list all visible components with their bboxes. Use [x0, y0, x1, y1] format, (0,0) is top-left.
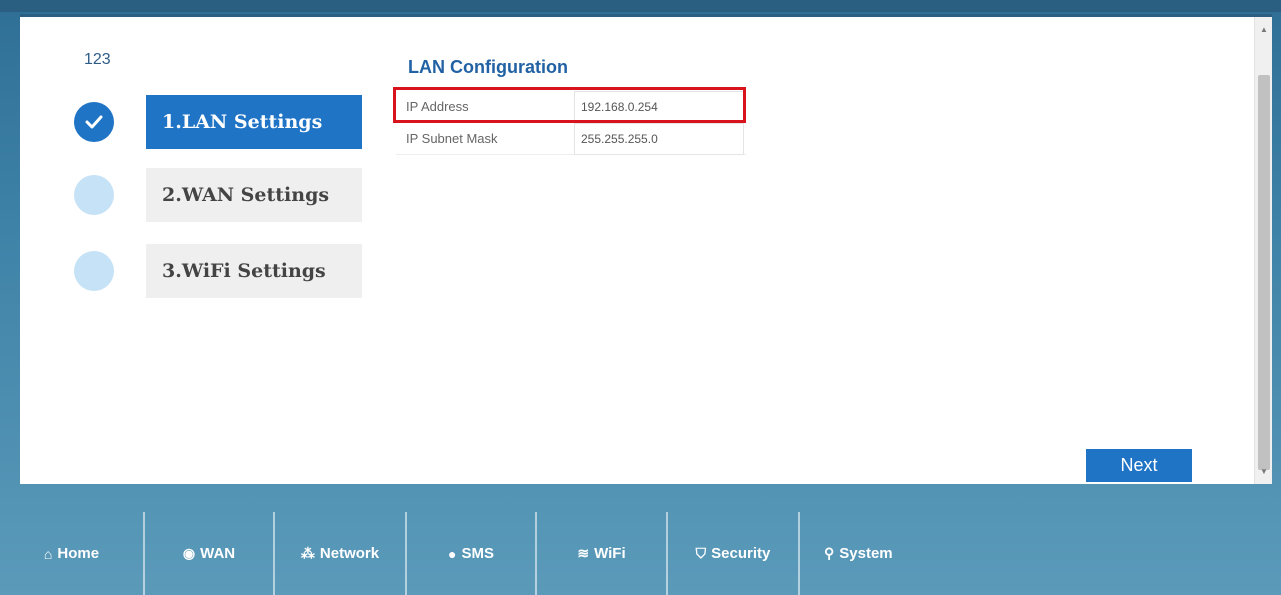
- step-label: 2.WAN Settings: [146, 168, 362, 222]
- nav-network[interactable]: ⁂ Network: [275, 512, 407, 595]
- scroll-down-icon[interactable]: ▼: [1260, 467, 1268, 476]
- step-label: 1.LAN Settings: [146, 95, 362, 149]
- nav-home[interactable]: ⌂ Home: [0, 512, 145, 595]
- nav-security[interactable]: ⛉ Security: [668, 512, 800, 595]
- nav-wifi[interactable]: ≋ WiFi: [537, 512, 668, 595]
- subnet-mask-field[interactable]: 255.255.255.0: [574, 123, 744, 155]
- nav-label: WiFi: [594, 545, 626, 562]
- subnet-mask-label: IP Subnet Mask: [406, 131, 498, 146]
- scroll-thumb[interactable]: [1258, 75, 1270, 470]
- step-circle-icon: [74, 175, 114, 215]
- home-icon: ⌂: [43, 545, 53, 562]
- bottom-nav: ⌂ Home ◉ WAN ⁂ Network ● SMS ≋ WiFi ⛉ Se…: [0, 512, 1281, 595]
- sms-icon: ●: [448, 545, 457, 562]
- wizard-number: 123: [84, 51, 111, 68]
- scroll-up-icon[interactable]: ▲: [1260, 25, 1268, 34]
- search-icon: ⚲: [824, 545, 835, 561]
- next-button[interactable]: Next: [1086, 449, 1192, 482]
- top-bar: [0, 0, 1281, 12]
- nav-label: Network: [319, 545, 380, 562]
- nav-label: Home: [57, 545, 100, 562]
- step-label: 3.WiFi Settings: [146, 244, 362, 298]
- nav-system[interactable]: ⚲ System: [800, 512, 1000, 595]
- nav-label: Security: [711, 545, 771, 562]
- nav-label: WAN: [200, 545, 236, 562]
- subnet-mask-row: IP Subnet Mask 255.255.255.0: [396, 123, 746, 155]
- vertical-scrollbar[interactable]: ▲ ▼: [1254, 17, 1272, 484]
- wizard-panel: 123 1.LAN Settings 2.WAN Settings 3.WiFi…: [20, 14, 1272, 484]
- network-icon: ⁂: [300, 545, 315, 561]
- nav-label: SMS: [461, 545, 494, 562]
- nav-sms[interactable]: ● SMS: [407, 512, 537, 595]
- step-circle-icon: [74, 251, 114, 291]
- check-circle-icon: [74, 102, 114, 142]
- globe-icon: ◉: [182, 545, 196, 561]
- highlight-box: [393, 87, 746, 123]
- section-title: LAN Configuration: [408, 57, 568, 77]
- nav-wan[interactable]: ◉ WAN: [145, 512, 275, 595]
- wifi-icon: ≋: [577, 545, 590, 561]
- shield-icon: ⛉: [695, 545, 707, 561]
- nav-label: System: [839, 545, 893, 562]
